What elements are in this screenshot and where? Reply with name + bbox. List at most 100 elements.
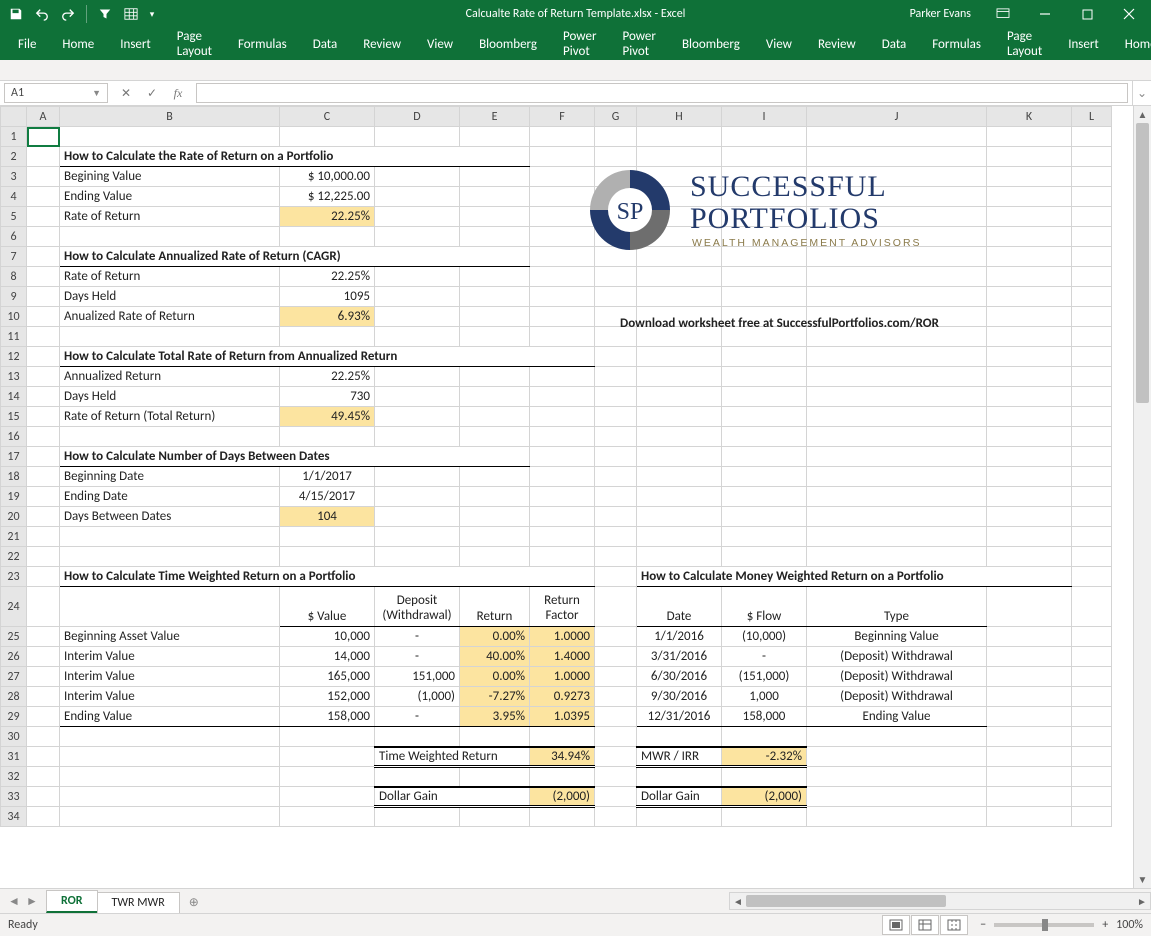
cell-J7[interactable] [807,247,987,267]
cell-L17[interactable] [1072,447,1112,467]
cell-E25[interactable]: 0.00% [460,627,530,647]
cell-D16[interactable] [375,427,460,447]
cell-F27[interactable]: 1.0000 [530,667,595,687]
cell-C9[interactable]: 1095 [280,287,375,307]
row-header[interactable]: 33 [1,787,27,807]
column-header[interactable]: F [530,107,595,127]
cell-H12[interactable] [637,347,722,367]
row-header[interactable]: 21 [1,527,27,547]
cell-G25[interactable] [595,627,637,647]
cell-I21[interactable] [722,527,807,547]
cell-F16[interactable] [530,427,595,447]
cell-J16[interactable] [807,427,987,447]
spreadsheet-grid[interactable]: ABCDEFGHIJKL12How to Calculate the Rate … [0,106,1151,888]
cell-B7[interactable]: How to Calculate Annualized Rate of Retu… [60,247,530,267]
cell-G19[interactable] [595,487,637,507]
sheet-nav-next-icon[interactable]: ► [24,894,40,909]
cell-J29[interactable]: Ending Value [807,707,987,727]
cell-H28[interactable]: 9/30/2016 [637,687,722,707]
cell-C19[interactable]: 4/15/2017 [280,487,375,507]
cell-I33[interactable]: (2,000) [722,787,807,807]
ribbon-tab-data[interactable]: Data [870,30,919,58]
cell-D8[interactable] [375,267,460,287]
cell-B19[interactable]: Ending Date [60,487,280,507]
cell-B23[interactable]: How to Calculate Time Weighted Return on… [60,567,595,587]
cell-I29[interactable]: 158,000 [722,707,807,727]
user-name[interactable]: Parker Evans [910,7,971,21]
cell-G11[interactable] [595,327,637,347]
cell-E19[interactable] [460,487,530,507]
cell-J10[interactable] [807,307,987,327]
cell-G27[interactable] [595,667,637,687]
cell-B3[interactable]: Begining Value [60,167,280,187]
cell-H10[interactable] [637,307,722,327]
cell-D27[interactable]: 151,000 [375,667,460,687]
cell-F31[interactable]: 34.94% [530,747,595,767]
cell-J31[interactable] [807,747,987,767]
cell-K15[interactable] [987,407,1072,427]
cell-A19[interactable] [27,487,60,507]
column-header[interactable]: B [60,107,280,127]
cell-L6[interactable] [1072,227,1112,247]
cell-J27[interactable]: (Deposit) Withdrawal [807,667,987,687]
cell-G18[interactable] [595,467,637,487]
cell-J12[interactable] [807,347,987,367]
cell-E8[interactable] [460,267,530,287]
cell-A30[interactable] [27,727,60,747]
cell-D14[interactable] [375,387,460,407]
cell-F33[interactable]: (2,000) [530,787,595,807]
row-header[interactable]: 9 [1,287,27,307]
cell-K11[interactable] [987,327,1072,347]
cell-L24[interactable] [1072,587,1112,627]
cell-K10[interactable] [987,307,1072,327]
cell-J2[interactable] [807,147,987,167]
cell-B15[interactable]: Rate of Return (Total Return) [60,407,280,427]
cell-B26[interactable]: Interim Value [60,647,280,667]
cell-I14[interactable] [722,387,807,407]
cell-K22[interactable] [987,547,1072,567]
cell-F18[interactable] [530,467,595,487]
column-header[interactable]: E [460,107,530,127]
cell-B12[interactable]: How to Calculate Total Rate of Return fr… [60,347,595,367]
cell-C20[interactable]: 104 [280,507,375,527]
scroll-right-icon[interactable]: ► [1134,895,1150,908]
cell-K12[interactable] [987,347,1072,367]
cell-L5[interactable] [1072,207,1112,227]
cell-A27[interactable] [27,667,60,687]
cell-G15[interactable] [595,407,637,427]
cell-A17[interactable] [27,447,60,467]
close-icon[interactable] [1111,2,1147,26]
cell-H3[interactable] [637,167,722,187]
cell-K34[interactable] [987,807,1072,827]
cell-C28[interactable]: 152,000 [280,687,375,707]
cell-K2[interactable] [987,147,1072,167]
cell-B5[interactable]: Rate of Return [60,207,280,227]
cell-F24[interactable]: Return Factor [530,587,595,627]
cell-E18[interactable] [460,467,530,487]
row-header[interactable]: 8 [1,267,27,287]
cell-G21[interactable] [595,527,637,547]
cell-C10[interactable]: 6.93% [280,307,375,327]
cell-L2[interactable] [1072,147,1112,167]
cell-C30[interactable] [280,727,375,747]
cell-G26[interactable] [595,647,637,667]
cell-L27[interactable] [1072,667,1112,687]
sheet-tab[interactable]: TWR MWR [97,892,180,913]
cell-E14[interactable] [460,387,530,407]
cell-C14[interactable]: 730 [280,387,375,407]
cell-F13[interactable] [530,367,595,387]
horizontal-scrollbar[interactable]: ◄ ► [729,892,1151,910]
cell-A28[interactable] [27,687,60,707]
ribbon-tab-power-pivot[interactable]: Power Pivot [551,30,608,58]
cell-G24[interactable] [595,587,637,627]
cell-F22[interactable] [530,547,595,567]
cell-J11[interactable] [807,327,987,347]
cell-D19[interactable] [375,487,460,507]
cell-F6[interactable] [530,227,595,247]
cell-A33[interactable] [27,787,60,807]
cell-J20[interactable] [807,507,987,527]
select-all-corner[interactable] [1,107,27,127]
cell-G31[interactable] [595,747,637,767]
sheet-nav-prev-icon[interactable]: ◄ [6,894,22,909]
cell-I13[interactable] [722,367,807,387]
